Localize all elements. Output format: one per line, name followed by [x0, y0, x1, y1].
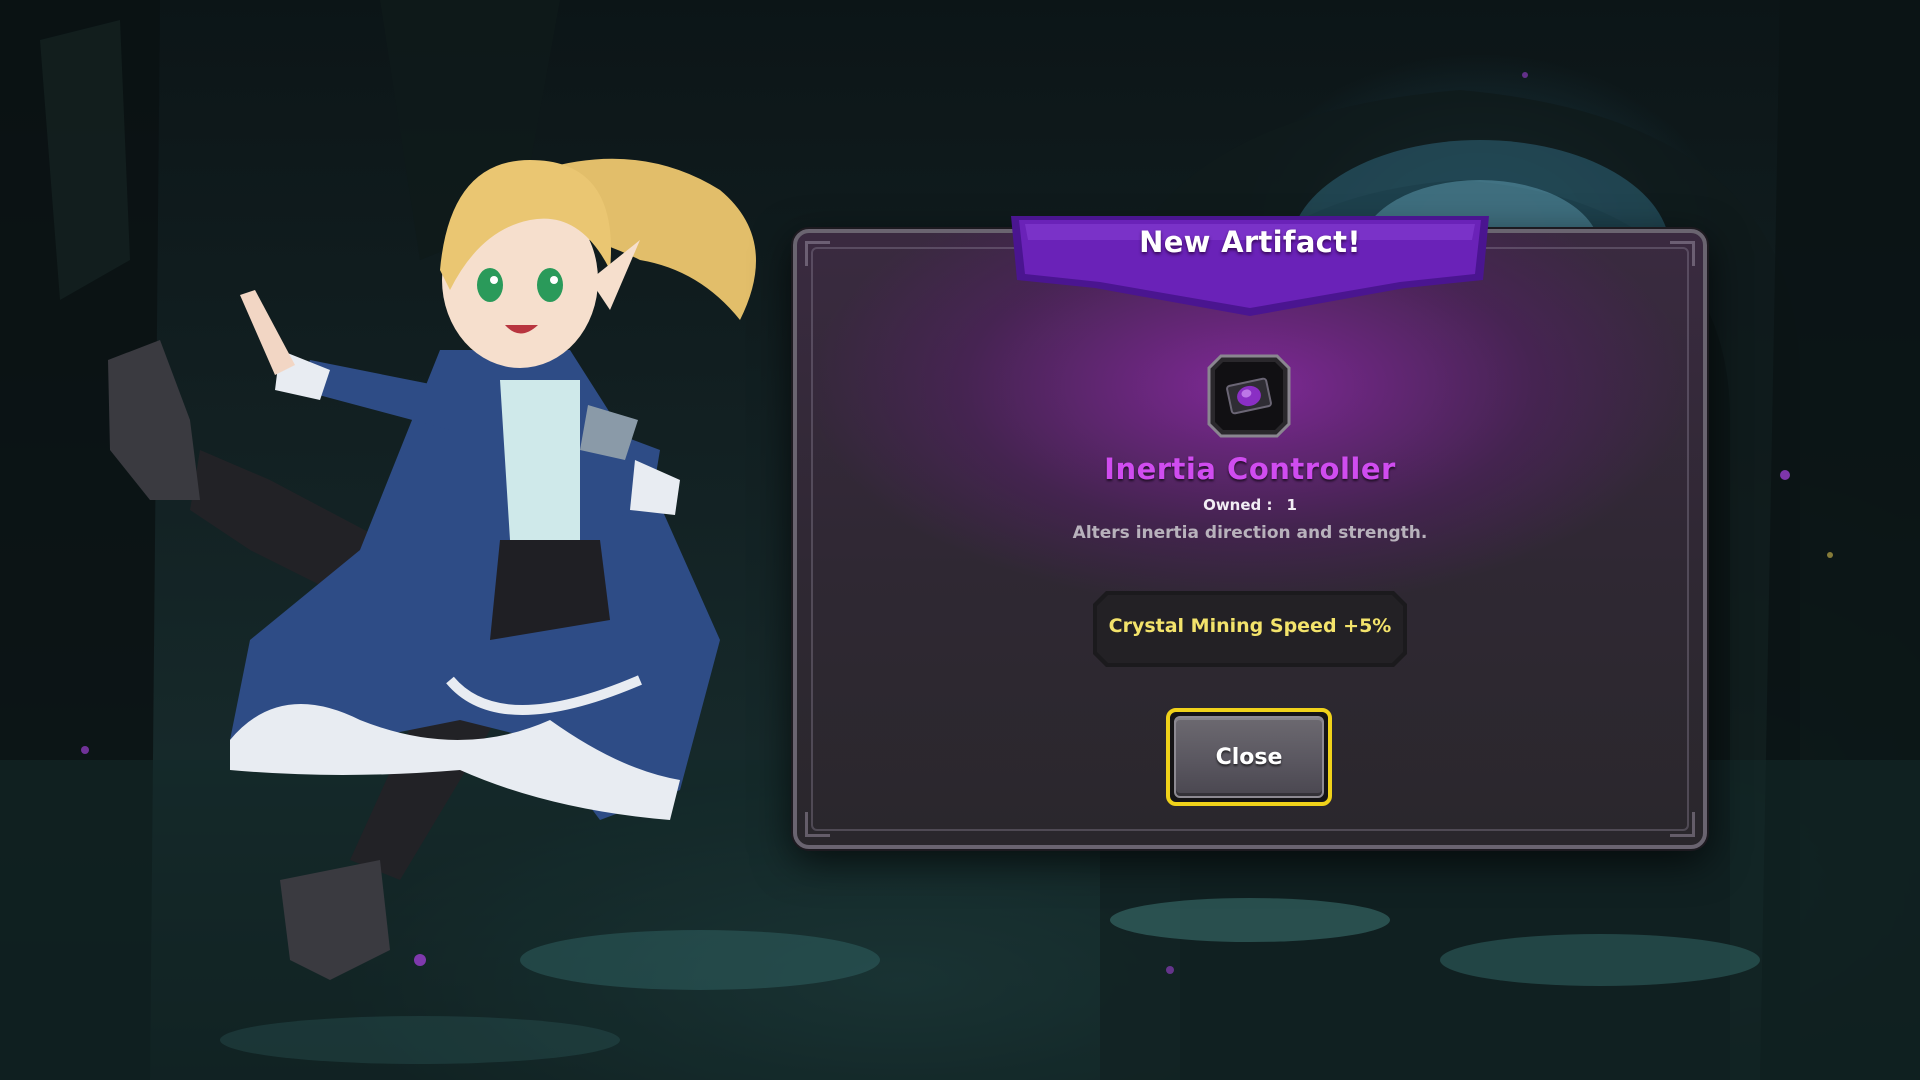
- close-button-label[interactable]: Close: [1174, 716, 1324, 798]
- purple-gem-chip-icon: [1207, 354, 1291, 438]
- bonus-stat-text: Crystal Mining Speed +5%: [1108, 615, 1392, 637]
- owned-count-row: Owned : 1: [793, 496, 1707, 514]
- close-button[interactable]: Close: [1166, 708, 1332, 806]
- game-scene: New Artifact! Inertia Controller Owned :…: [0, 0, 1920, 1080]
- panel-corner-ornament: [1670, 241, 1695, 266]
- panel-corner-ornament: [805, 812, 830, 837]
- panel-corner-ornament: [1670, 812, 1695, 837]
- artifact-description: Alters inertia direction and strength.: [1072, 523, 1428, 543]
- panel-corner-ornament: [805, 241, 830, 266]
- dialog-title: New Artifact!: [1139, 225, 1361, 259]
- artifact-name: Inertia Controller: [1104, 452, 1396, 486]
- elf-girl-character-illustration: [108, 158, 756, 980]
- owned-count-value: 1: [1286, 496, 1297, 514]
- owned-label: Owned :: [1203, 496, 1273, 514]
